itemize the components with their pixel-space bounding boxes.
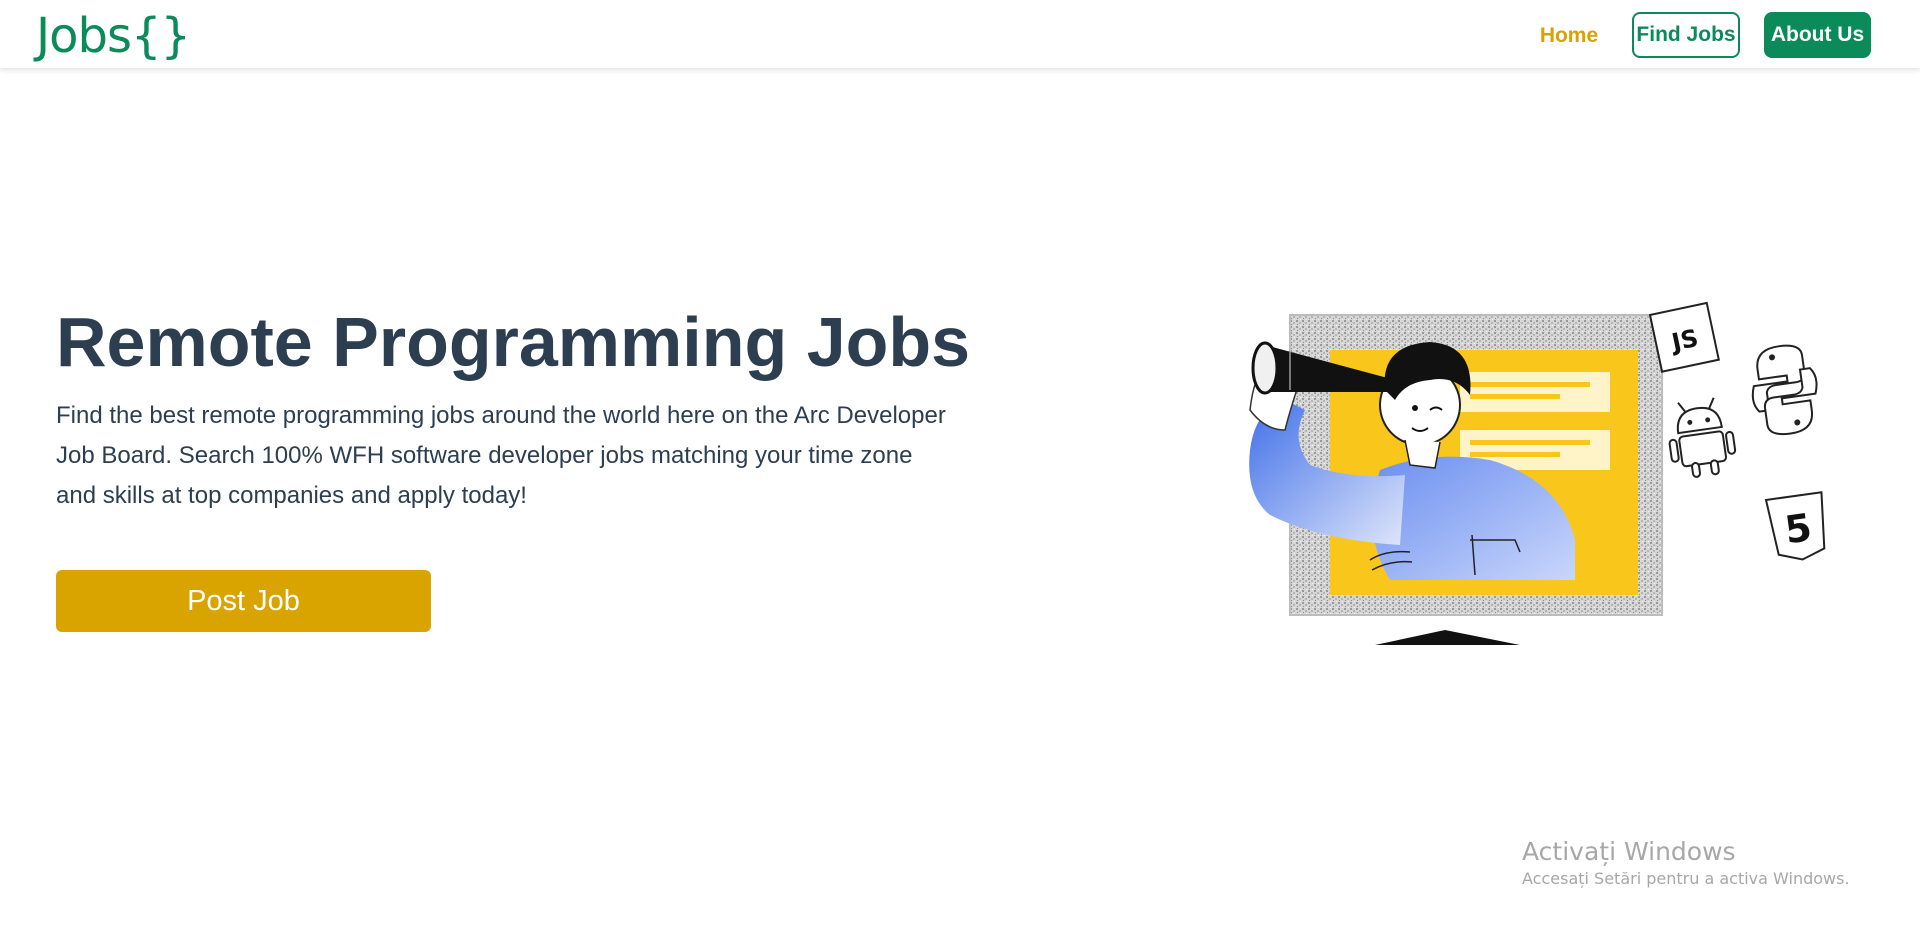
watermark-subtitle: Accesați Setări pentru a activa Windows. — [1522, 869, 1850, 888]
hero-title: Remote Programming Jobs — [56, 303, 971, 381]
top-navbar: Jobs{} Home Find Jobs About Us — [0, 0, 1920, 68]
python-logo-icon — [1751, 344, 1818, 436]
nav-home-link[interactable]: Home — [1530, 14, 1608, 58]
post-job-button[interactable]: Post Job — [56, 570, 431, 632]
nav-find-jobs-button[interactable]: Find Jobs — [1632, 12, 1740, 58]
hero-illustration: JS 5 — [1249, 301, 1826, 645]
hero-description: Find the best remote programming jobs ar… — [56, 402, 946, 509]
brand-logo-link[interactable]: Jobs{} — [36, 6, 191, 66]
nav-about-us-button[interactable]: About Us — [1764, 12, 1871, 58]
html5-badge-icon: 5 — [1764, 491, 1826, 561]
watermark-title: Activați Windows — [1522, 837, 1736, 866]
android-logo-icon — [1668, 397, 1737, 478]
windows-activation-watermark: Activați Windows Accesați Setări pentru … — [1522, 836, 1850, 890]
javascript-badge-icon: JS — [1648, 301, 1720, 373]
